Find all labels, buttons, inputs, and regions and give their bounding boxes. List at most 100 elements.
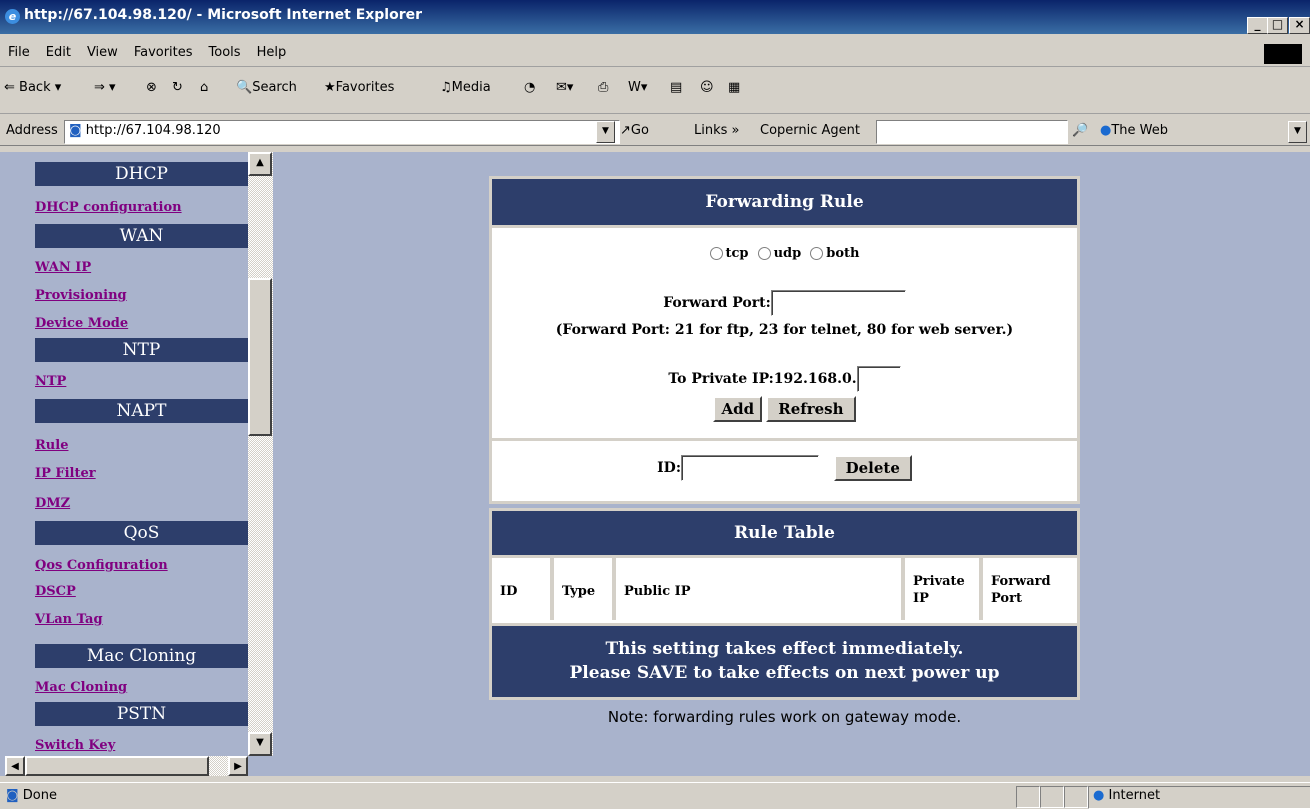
- status-pane-2: [1040, 786, 1064, 808]
- nav-link-mac-cloning[interactable]: Mac Cloning: [35, 680, 127, 695]
- menu-bar: File Edit View Favorites Tools Help: [0, 40, 1310, 67]
- home-icon[interactable]: ⌂: [200, 80, 208, 95]
- back-button[interactable]: ⇐ Back ▾: [4, 80, 61, 95]
- discuss-icon[interactable]: ▤: [670, 80, 682, 95]
- extra-icon[interactable]: ▦: [728, 80, 740, 95]
- ie-logo-icon: e: [5, 9, 20, 24]
- nav-link-dscp[interactable]: DSCP: [35, 584, 76, 599]
- refresh-icon[interactable]: ↻: [172, 80, 183, 95]
- col-forward-port: Forward Port: [983, 558, 1077, 620]
- close-button[interactable]: ×: [1289, 17, 1310, 34]
- scroll-thumb[interactable]: [248, 278, 272, 436]
- menu-file[interactable]: File: [0, 40, 38, 66]
- horizontal-scrollbar[interactable]: ◀ ▶: [5, 756, 248, 776]
- menu-favorites[interactable]: Favorites: [126, 40, 201, 66]
- footer-line-2: Please SAVE to take effects on next powe…: [569, 663, 1000, 683]
- media-button[interactable]: ♫Media: [440, 80, 491, 95]
- search-engine-select[interactable]: ●The Web: [1100, 123, 1168, 138]
- nav-link-device-mode[interactable]: Device Mode: [35, 316, 128, 331]
- back-arrow-icon: ⇐: [4, 80, 15, 95]
- title-bar: e http://67.104.98.120/ - Microsoft Inte…: [0, 0, 1310, 34]
- col-public-ip: Public IP: [616, 558, 901, 620]
- minimize-button[interactable]: _: [1247, 17, 1268, 34]
- col-private-ip: Private IP: [905, 558, 979, 620]
- form-buttons: Add Refresh: [492, 396, 1077, 422]
- nav-header-wan: WAN: [35, 224, 248, 248]
- scroll-left-icon[interactable]: ◀: [5, 756, 25, 776]
- tcp-radio[interactable]: [709, 247, 723, 260]
- toolbar: ⇐ Back ▾ ⇒ ▾ ⊗ ↻ ⌂ 🔍Search ★Favorites ♫M…: [0, 68, 1310, 114]
- content-frame: Forwarding Rule tcp udp both Forward Por…: [278, 152, 1310, 776]
- forward-button[interactable]: ⇒ ▾: [94, 80, 116, 95]
- internet-globe-icon: ●: [1093, 788, 1105, 803]
- nav-link-qos-configuration[interactable]: Qos Configuration: [35, 558, 168, 573]
- address-bar: Address ◙ http://67.104.98.120 ▼ ↗Go Lin…: [0, 116, 1310, 146]
- both-label: both: [826, 246, 860, 261]
- nav-header-dhcp: DHCP: [35, 162, 248, 186]
- footer-line-1: This setting takes effect immediately.: [605, 639, 964, 659]
- rule-table-footer: This setting takes effect immediately. P…: [492, 623, 1077, 697]
- print-icon[interactable]: ⎙: [598, 80, 608, 95]
- udp-radio[interactable]: [757, 247, 771, 260]
- messenger-icon[interactable]: ☺: [700, 80, 714, 95]
- id-input[interactable]: [680, 455, 819, 481]
- delete-button[interactable]: Delete: [833, 455, 912, 481]
- links-button[interactable]: Links »: [694, 123, 740, 138]
- both-radio[interactable]: [810, 247, 824, 260]
- nav-link-ip-filter[interactable]: IP Filter: [35, 466, 96, 481]
- status-pane-1: [1016, 786, 1040, 808]
- media-icon: ♫: [440, 80, 452, 95]
- address-input[interactable]: ◙ http://67.104.98.120: [64, 120, 620, 144]
- menu-tools[interactable]: Tools: [201, 40, 249, 66]
- tcp-label: tcp: [725, 246, 749, 261]
- status-text: ◙ Done: [6, 788, 57, 803]
- nav-header-ntp: NTP: [35, 338, 248, 362]
- id-label: ID:: [657, 460, 681, 476]
- scroll-up-icon[interactable]: ▲: [248, 152, 272, 176]
- search-button[interactable]: 🔍Search: [236, 80, 297, 95]
- menu-help[interactable]: Help: [249, 40, 295, 66]
- mail-icon[interactable]: ✉▾: [556, 80, 573, 95]
- forward-port-input[interactable]: [770, 290, 906, 316]
- address-dropdown-icon[interactable]: ▼: [596, 121, 615, 143]
- nav-link-rule[interactable]: Rule: [35, 438, 68, 453]
- nav-link-dhcp-configuration[interactable]: DHCP configuration: [35, 200, 182, 215]
- favorites-button[interactable]: ★Favorites: [324, 80, 394, 95]
- stop-icon[interactable]: ⊗: [146, 80, 157, 95]
- edit-icon[interactable]: W▾: [628, 80, 647, 95]
- vertical-scrollbar[interactable]: ▲ ▼: [248, 152, 273, 756]
- rule-table-title: Rule Table: [492, 511, 1077, 558]
- nav-link-vlan-tag[interactable]: VLan Tag: [35, 612, 103, 627]
- history-icon[interactable]: ◔: [524, 80, 535, 95]
- search-engine-dropdown-icon[interactable]: ▼: [1288, 121, 1307, 143]
- scroll-down-icon[interactable]: ▼: [248, 732, 272, 756]
- private-ip-input[interactable]: [856, 366, 901, 392]
- copernic-search-icon[interactable]: 🔎: [1072, 123, 1088, 138]
- maximize-button[interactable]: □: [1267, 17, 1288, 34]
- hscroll-thumb[interactable]: [25, 756, 209, 776]
- copernic-label: Copernic Agent: [760, 123, 861, 138]
- nav-link-switch-key[interactable]: Switch Key: [35, 738, 115, 753]
- col-id: ID: [492, 558, 550, 620]
- delete-row: ID: Delete: [492, 455, 1077, 481]
- forward-port-label: Forward Port:: [663, 295, 771, 311]
- nav-header-mac-cloning: Mac Cloning: [35, 644, 248, 668]
- scroll-right-icon[interactable]: ▶: [228, 756, 248, 776]
- menu-view[interactable]: View: [79, 40, 126, 66]
- address-label: Address: [6, 123, 58, 138]
- window-title: http://67.104.98.120/ - Microsoft Intern…: [24, 7, 423, 23]
- nav-link-provisioning[interactable]: Provisioning: [35, 288, 127, 303]
- go-button[interactable]: ↗Go: [620, 123, 649, 138]
- nav-header-napt: NAPT: [35, 399, 248, 423]
- nav-link-dmz[interactable]: DMZ: [35, 496, 70, 511]
- forward-port-row: Forward Port:: [492, 290, 1077, 316]
- page-icon: ◙: [69, 123, 82, 138]
- nav-link-wan-ip[interactable]: WAN IP: [35, 260, 91, 275]
- copernic-search-input[interactable]: [876, 120, 1068, 144]
- add-button[interactable]: Add: [713, 396, 763, 422]
- left-nav-frame: DHCP DHCP configuration WAN WAN IP Provi…: [0, 152, 278, 776]
- nav-header-pstn: PSTN: [35, 702, 248, 726]
- menu-edit[interactable]: Edit: [38, 40, 79, 66]
- nav-link-ntp[interactable]: NTP: [35, 374, 66, 389]
- refresh-button[interactable]: Refresh: [766, 396, 856, 422]
